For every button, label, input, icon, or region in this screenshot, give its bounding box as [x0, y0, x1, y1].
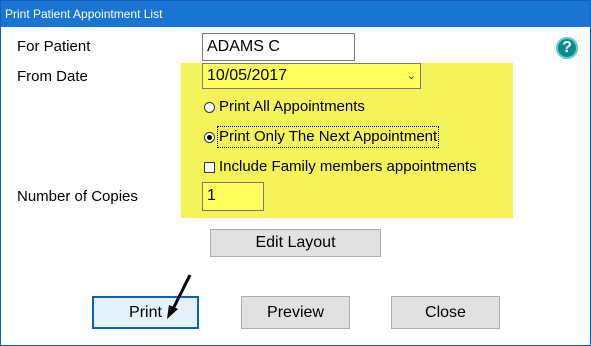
- from-date-label: From Date: [17, 68, 88, 85]
- from-date-value: 10/05/2017: [207, 67, 288, 84]
- checkbox-include-family[interactable]: Include Family members appointments: [204, 158, 477, 176]
- radio-print-all-label: Print All Appointments: [219, 98, 365, 115]
- patient-label: For Patient: [17, 38, 91, 55]
- cursor-arrow-icon: [167, 274, 192, 319]
- radio-print-next-label: Print Only The Next Appointment: [216, 126, 440, 148]
- from-date-dropdown[interactable]: 10/05/2017 ⌄: [202, 63, 421, 89]
- help-icon[interactable]: ?: [556, 37, 578, 59]
- close-button[interactable]: Close: [391, 296, 500, 329]
- radio-print-next[interactable]: Print Only The Next Appointment: [204, 126, 440, 148]
- copies-field[interactable]: 1: [202, 182, 264, 211]
- radio-print-all[interactable]: Print All Appointments: [204, 98, 365, 116]
- checkbox-icon: [204, 161, 215, 173]
- copies-label: Number of Copies: [17, 188, 138, 205]
- chevron-down-icon: ⌄: [406, 70, 416, 82]
- radio-button-selected-icon: [204, 131, 215, 143]
- title-bar: Print Patient Appointment List: [1, 1, 590, 27]
- print-appointment-dialog: Print Patient Appointment List For Patie…: [0, 0, 591, 346]
- checkbox-include-family-label: Include Family members appointments: [219, 158, 477, 175]
- preview-button[interactable]: Preview: [241, 296, 350, 329]
- patient-field[interactable]: ADAMS C: [202, 33, 355, 61]
- radio-button-icon: [204, 101, 215, 113]
- edit-layout-button[interactable]: Edit Layout: [210, 229, 381, 257]
